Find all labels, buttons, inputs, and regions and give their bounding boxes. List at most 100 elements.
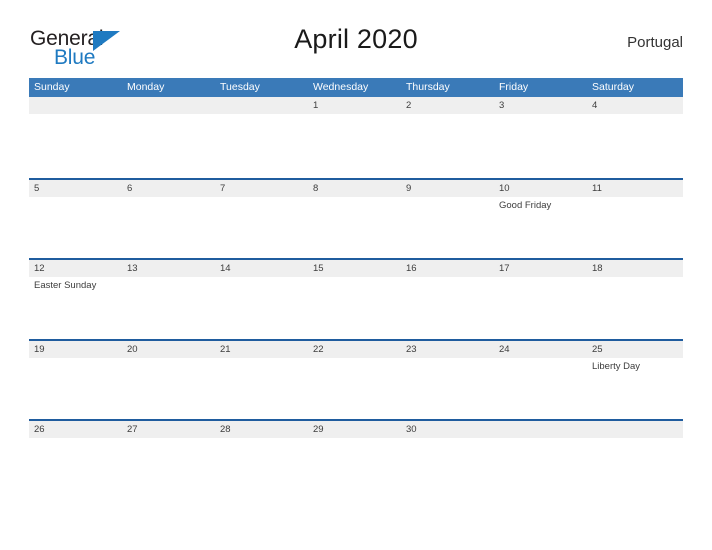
day-number[interactable]: 22 bbox=[308, 341, 401, 358]
day-cell bbox=[308, 358, 401, 419]
day-cell bbox=[29, 358, 122, 419]
week-date-band: 12 13 14 15 16 17 18 bbox=[29, 260, 683, 277]
day-cell bbox=[215, 277, 308, 338]
holiday-label: Liberty Day bbox=[592, 360, 641, 372]
calendar-week-row: 1234 bbox=[29, 97, 683, 178]
calendar-week-row: 12 13 14 15 16 17 18 Easter Sunday bbox=[29, 258, 683, 339]
day-cell bbox=[494, 114, 587, 175]
holiday-label: Easter Sunday bbox=[34, 280, 97, 291]
day-cell bbox=[308, 438, 401, 499]
day-cell bbox=[494, 358, 587, 419]
day-cell bbox=[29, 114, 122, 175]
day-number[interactable]: 8 bbox=[308, 180, 401, 197]
day-number[interactable]: 9 bbox=[401, 180, 494, 197]
week-event-band: Easter Sunday bbox=[29, 277, 683, 338]
day-number-empty bbox=[122, 97, 215, 114]
day-number[interactable]: 19 bbox=[29, 341, 122, 358]
day-number[interactable]: 18 bbox=[587, 260, 680, 277]
day-cell bbox=[122, 277, 215, 338]
day-cell bbox=[587, 438, 680, 499]
day-cell bbox=[587, 197, 680, 258]
day-cell bbox=[308, 114, 401, 175]
day-cell bbox=[308, 197, 401, 258]
day-cell bbox=[401, 277, 494, 338]
day-number-empty bbox=[29, 97, 122, 114]
day-number-empty bbox=[215, 97, 308, 114]
week-date-band: 1234 bbox=[29, 97, 683, 114]
day-cell bbox=[401, 114, 494, 175]
day-number[interactable]: 1 bbox=[308, 97, 401, 114]
week-date-band: 19 20 21 22 23 24 25 bbox=[29, 340, 683, 358]
weekday-header-row: Sunday Monday Tuesday Wednesday Thursday… bbox=[29, 78, 683, 97]
week-event-band: Liberty Day bbox=[29, 357, 683, 419]
day-number-empty bbox=[587, 421, 680, 438]
day-number[interactable]: 15 bbox=[308, 260, 401, 277]
day-cell bbox=[401, 438, 494, 499]
day-cell bbox=[587, 277, 680, 338]
page-header: General Blue April 2020 Portugal bbox=[29, 24, 683, 72]
calendar-weeks: 1 2 3 4 5 6 7 8 9 10 11 Good Friday 12 13 14 15 16 17 18 Ea… bbox=[29, 97, 683, 500]
day-number[interactable]: 21 bbox=[215, 341, 308, 358]
week-date-band: 5 6 7 8 9 10 11 bbox=[29, 179, 683, 197]
calendar-grid: Sunday Monday Tuesday Wednesday Thursday… bbox=[29, 78, 683, 500]
day-cell bbox=[401, 197, 494, 258]
day-number[interactable]: 10 bbox=[494, 180, 587, 197]
week-event-band bbox=[29, 438, 683, 499]
week-event-band bbox=[29, 114, 683, 175]
day-cell bbox=[215, 438, 308, 499]
week-date-band: 26 27 28 29 30 bbox=[29, 421, 683, 438]
weekday-header-thursday: Thursday bbox=[406, 81, 450, 93]
day-cell: Good Friday bbox=[494, 197, 587, 258]
weekday-header-sunday: Sunday bbox=[34, 81, 70, 93]
day-number[interactable]: 23 bbox=[401, 341, 494, 358]
calendar-week-row: 5 6 7 8 9 10 11 Good Friday bbox=[29, 177, 683, 259]
calendar-week-row: 19 20 21 22 23 24 25 Liberty Day bbox=[29, 338, 683, 420]
day-number[interactable]: 16 bbox=[401, 260, 494, 277]
day-cell: Liberty Day bbox=[587, 358, 680, 419]
weekday-header-tuesday: Tuesday bbox=[220, 81, 260, 93]
day-cell bbox=[215, 358, 308, 419]
day-number[interactable]: 5 bbox=[29, 180, 122, 197]
day-number[interactable]: 24 bbox=[494, 341, 587, 358]
day-cell: Easter Sunday bbox=[29, 277, 122, 338]
country-label: Portugal bbox=[627, 34, 683, 51]
day-number[interactable]: 27 bbox=[122, 421, 215, 438]
weekday-header-monday: Monday bbox=[127, 81, 165, 93]
weekday-header-friday: Friday bbox=[499, 81, 529, 93]
day-number[interactable]: 11 bbox=[587, 180, 680, 197]
day-cell bbox=[29, 197, 122, 258]
day-number[interactable]: 3 bbox=[494, 97, 587, 114]
day-number[interactable]: 29 bbox=[308, 421, 401, 438]
calendar-week-row: 26 27 28 29 30 bbox=[29, 419, 683, 500]
day-cell bbox=[308, 277, 401, 338]
day-cell bbox=[122, 438, 215, 499]
calendar-page: General Blue April 2020 Portugal Sunday … bbox=[0, 0, 712, 550]
day-number[interactable]: 7 bbox=[215, 180, 308, 197]
day-number[interactable]: 30 bbox=[401, 421, 494, 438]
day-number[interactable]: 13 bbox=[122, 260, 215, 277]
day-cell bbox=[494, 277, 587, 338]
day-cell bbox=[122, 114, 215, 175]
day-number[interactable]: 6 bbox=[122, 180, 215, 197]
day-number[interactable]: 12 bbox=[29, 260, 122, 277]
day-cell bbox=[401, 358, 494, 419]
day-number-empty bbox=[494, 421, 587, 438]
holiday-label: Good Friday bbox=[499, 199, 552, 211]
day-number[interactable]: 2 bbox=[401, 97, 494, 114]
week-event-band: Good Friday bbox=[29, 196, 683, 258]
day-cell bbox=[587, 114, 680, 175]
day-number[interactable]: 20 bbox=[122, 341, 215, 358]
day-number[interactable]: 4 bbox=[587, 97, 680, 114]
day-number[interactable]: 14 bbox=[215, 260, 308, 277]
day-cell bbox=[29, 438, 122, 499]
day-number[interactable]: 25 bbox=[587, 341, 680, 358]
day-number[interactable]: 28 bbox=[215, 421, 308, 438]
day-number[interactable]: 17 bbox=[494, 260, 587, 277]
day-cell bbox=[215, 197, 308, 258]
weekday-header-saturday: Saturday bbox=[592, 81, 635, 93]
day-cell bbox=[122, 197, 215, 258]
page-title: April 2020 bbox=[294, 24, 418, 54]
day-number[interactable]: 26 bbox=[29, 421, 122, 438]
weekday-header-wednesday: Wednesday bbox=[313, 81, 369, 93]
day-cell bbox=[215, 114, 308, 175]
